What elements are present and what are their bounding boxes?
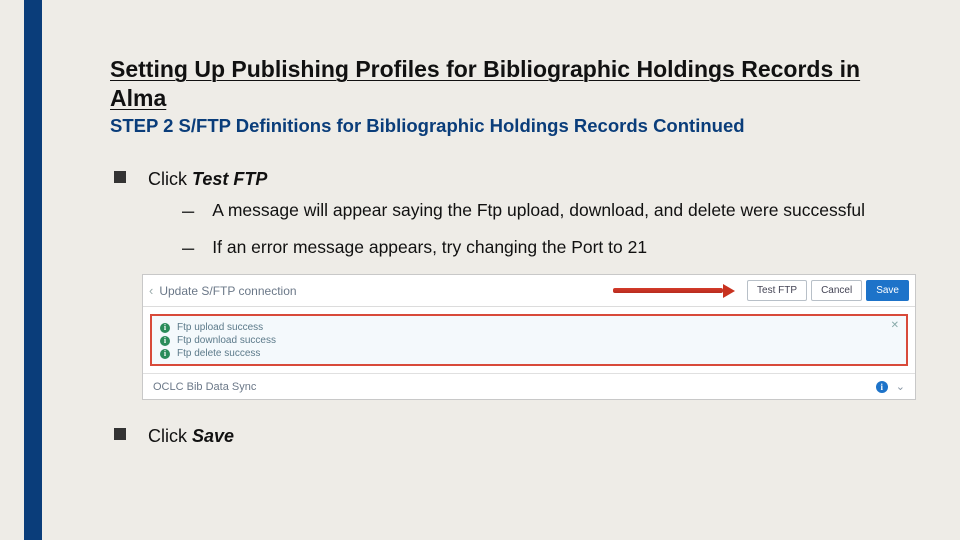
subbullet-text: If an error message appears, try changin… [212, 236, 647, 260]
text-fragment: Click [148, 169, 192, 189]
message-row: i Ftp download success [160, 334, 898, 347]
message-box: ✕ i Ftp upload success i Ftp download su… [150, 314, 908, 366]
bullet-text: Click Save [148, 424, 234, 448]
info-icon[interactable]: i [876, 381, 888, 393]
slide-title: Setting Up Publishing Profiles for Bibli… [110, 55, 920, 113]
message-text: Ftp delete success [177, 348, 260, 359]
dash-bullet-icon: – [182, 237, 194, 260]
dash-bullet-icon: – [182, 200, 194, 223]
subbullet-text: A message will appear saying the Ftp upl… [212, 199, 865, 223]
info-icon: i [160, 349, 170, 359]
slide-content: Setting Up Publishing Profiles for Bibli… [110, 55, 920, 456]
message-row: i Ftp upload success [160, 321, 898, 334]
info-icon: i [160, 336, 170, 346]
panel-title: Update S/FTP connection [159, 284, 296, 298]
subbullet-error-port: – If an error message appears, try chang… [182, 236, 920, 260]
slide-subtitle: STEP 2 S/FTP Definitions for Bibliograph… [110, 115, 920, 137]
panel-footer: OCLC Bib Data Sync i ⌄ [143, 373, 915, 399]
text-bold: Save [192, 426, 234, 446]
panel-header: ‹ Update S/FTP connection Test FTP Cance… [143, 275, 915, 307]
test-ftp-button[interactable]: Test FTP [747, 280, 807, 301]
subbullet-success-message: – A message will appear saying the Ftp u… [182, 199, 920, 223]
screenshot-panel: ‹ Update S/FTP connection Test FTP Cance… [142, 274, 916, 400]
text-fragment: Click [148, 426, 192, 446]
square-bullet-icon [114, 428, 126, 440]
footer-label: OCLC Bib Data Sync [153, 381, 256, 393]
message-row: i Ftp delete success [160, 347, 898, 360]
cancel-button[interactable]: Cancel [811, 280, 862, 301]
message-text: Ftp upload success [177, 322, 263, 333]
back-chevron-icon[interactable]: ‹ [149, 283, 153, 298]
info-icon: i [160, 323, 170, 333]
text-bold: Test FTP [192, 169, 267, 189]
bullet-text: Click Test FTP [148, 167, 267, 191]
red-arrow-icon [613, 284, 735, 298]
save-button[interactable]: Save [866, 280, 909, 301]
bullet-click-test-ftp: Click Test FTP [110, 167, 920, 191]
bullet-click-save: Click Save [110, 424, 920, 448]
message-text: Ftp download success [177, 335, 276, 346]
square-bullet-icon [114, 171, 126, 183]
close-icon[interactable]: ✕ [891, 320, 899, 331]
chevron-down-icon[interactable]: ⌄ [896, 380, 905, 393]
accent-bar [24, 0, 42, 540]
